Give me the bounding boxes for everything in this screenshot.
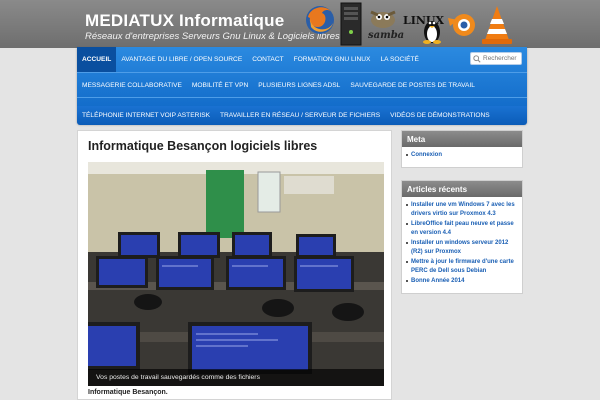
nav-row-1: Accueil Avantage du libre / open source … bbox=[77, 47, 424, 72]
vlc-cone-logo-icon bbox=[482, 6, 512, 44]
nav-item-la-societe[interactable]: La société bbox=[375, 47, 423, 72]
nav-item-lignes-adsl[interactable]: Plusieurs lignes ADSL bbox=[253, 73, 345, 98]
nav-item-accueil[interactable]: Accueil bbox=[77, 47, 117, 72]
nav-item-formation-linux[interactable]: Formation Gnu Linux bbox=[289, 47, 376, 72]
main-content: Informatique Besançon logiciels libres V… bbox=[77, 130, 392, 400]
recent-posts-widget: Articles récents Installer une vm Window… bbox=[401, 180, 523, 294]
classroom-photo bbox=[88, 162, 384, 386]
recent-posts-title: Articles récents bbox=[402, 181, 522, 197]
meta-widget-title: Meta bbox=[402, 131, 522, 147]
nav-item-messagerie[interactable]: Messagerie collaborative bbox=[77, 73, 187, 98]
samba-logo-icon: samba bbox=[368, 30, 405, 41]
slideshow-caption: Vos postes de travail sauvegardés comme … bbox=[88, 369, 384, 386]
nav-item-telephonie-voip[interactable]: Téléphonie internet VoIP Asterisk bbox=[77, 106, 215, 125]
recent-posts-list: Installer une vm Windows 7 avec les driv… bbox=[402, 197, 522, 293]
recent-post-link[interactable]: Bonne Année 2014 bbox=[406, 277, 518, 286]
recent-post-link[interactable]: Installer une vm Windows 7 avec les driv… bbox=[406, 201, 518, 218]
search-box[interactable] bbox=[470, 52, 522, 65]
meta-link-connexion[interactable]: Connexion bbox=[406, 151, 518, 160]
nav-item-avantage-libre[interactable]: Avantage du libre / open source bbox=[116, 47, 247, 72]
header-logo-strip: samba LINUX bbox=[300, 2, 515, 46]
post-excerpt: Informatique Besançon. bbox=[88, 389, 168, 396]
nav-row-2: Messagerie collaborative Mobilité et VPN… bbox=[77, 73, 480, 98]
nav-item-contact[interactable]: Contact bbox=[247, 47, 288, 72]
nav-row-4: Téléphonie internet VoIP Asterisk Travai… bbox=[77, 106, 527, 125]
nav-item-videos-demo[interactable]: Vidéos de démonstrations bbox=[385, 106, 495, 125]
gimp-logo-icon bbox=[370, 10, 396, 28]
recent-post-link[interactable]: Mettre à jour le firmware d'une carte PE… bbox=[406, 258, 518, 275]
nav-item-mobilite-vpn[interactable]: Mobilité et VPN bbox=[187, 73, 253, 98]
recent-post-link[interactable]: Installer un windows serveur 2012 (R2) s… bbox=[406, 239, 518, 256]
linux-tux-logo-icon bbox=[423, 21, 441, 44]
firefox-logo-icon bbox=[306, 6, 334, 34]
post-title[interactable]: Informatique Besançon logiciels libres bbox=[88, 139, 317, 153]
post-slideshow-image[interactable]: Vos postes de travail sauvegardés comme … bbox=[88, 162, 384, 386]
blender-logo-icon bbox=[448, 14, 475, 36]
search-icon bbox=[473, 54, 481, 63]
site-header: MEDIATUX Informatique Réseaux d'entrepri… bbox=[0, 0, 600, 48]
nav-item-sauvegarde-postes[interactable]: Sauvegarde de postes de travail bbox=[345, 73, 480, 98]
recent-post-link[interactable]: LibreOffice fait peau neuve et passe en … bbox=[406, 220, 518, 237]
server-tower-icon bbox=[340, 2, 362, 46]
site-title[interactable]: MEDIATUX Informatique bbox=[85, 11, 284, 31]
search-input[interactable] bbox=[483, 53, 521, 64]
nav-item-travailler-reseau[interactable]: Travailler en réseau / serveur de fichie… bbox=[215, 106, 385, 125]
meta-widget: Meta Connexion bbox=[401, 130, 523, 168]
meta-list: Connexion bbox=[402, 147, 522, 167]
